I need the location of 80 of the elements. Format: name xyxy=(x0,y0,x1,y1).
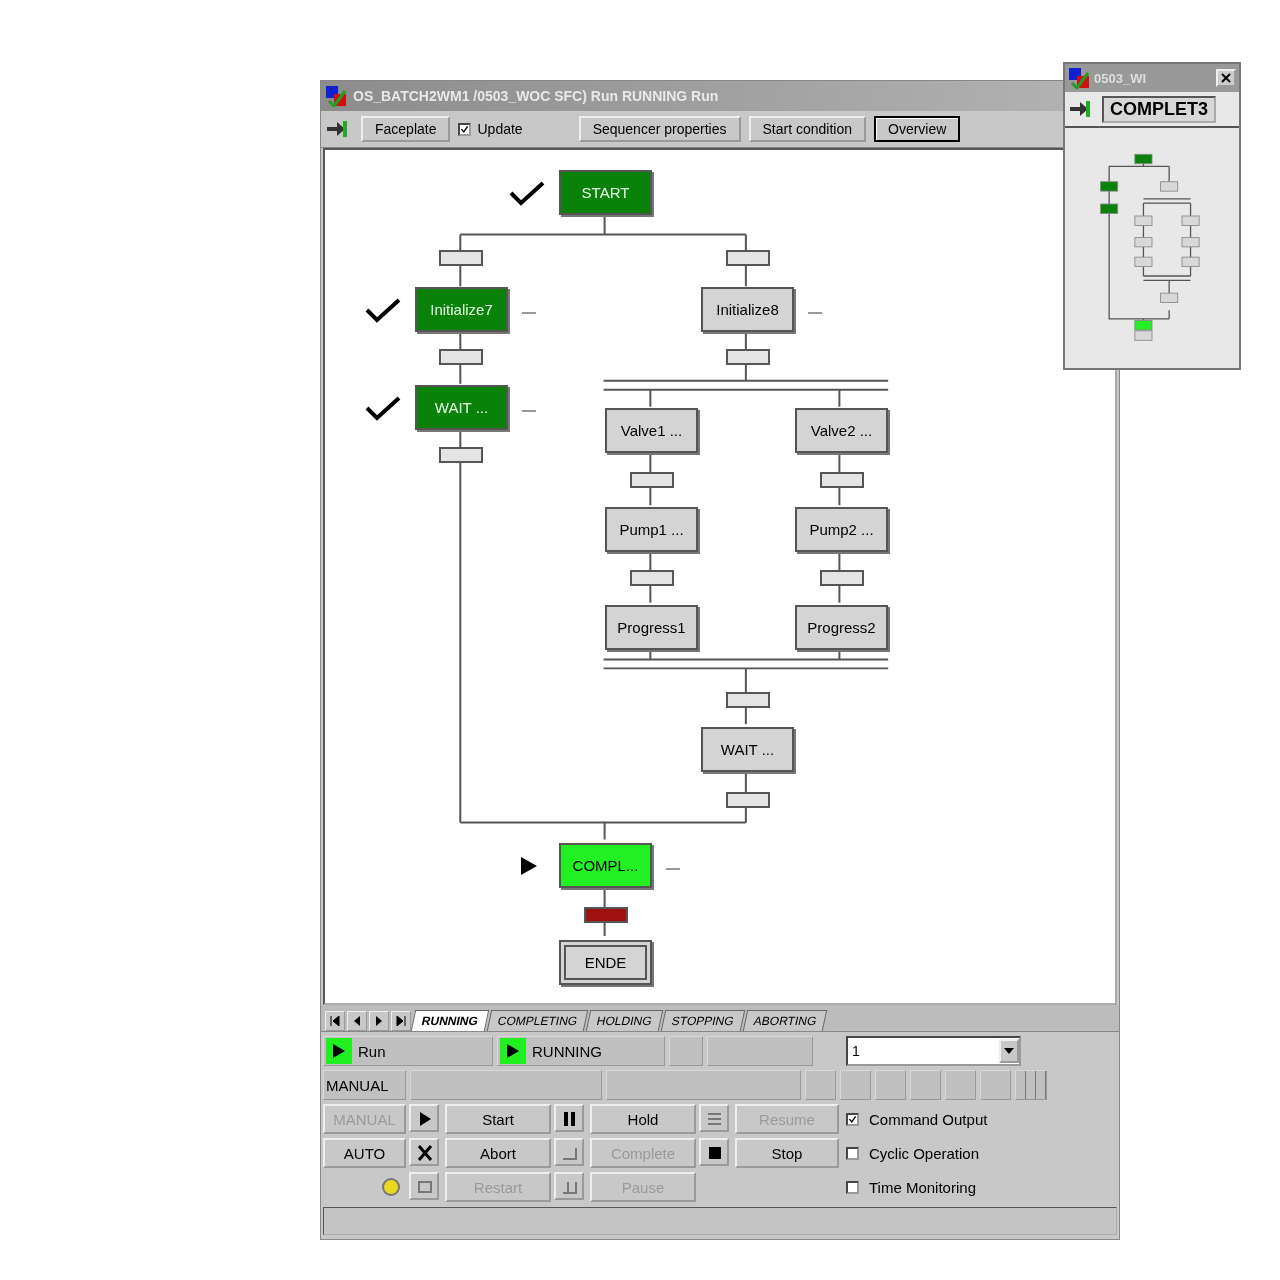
state-tab[interactable]: ABORTING xyxy=(742,1010,828,1031)
transition-box[interactable] xyxy=(439,447,483,463)
checkbox[interactable] xyxy=(846,1112,859,1126)
checkbox[interactable] xyxy=(846,1180,859,1194)
sequence-step[interactable]: Valve1 ... xyxy=(605,408,698,453)
command-button[interactable]: Abort xyxy=(445,1138,551,1168)
toolbar-button[interactable]: Sequencer properties xyxy=(578,116,741,142)
toolbar-button[interactable]: Faceplate xyxy=(361,116,451,142)
last-icon xyxy=(394,1014,408,1028)
checkmark-icon xyxy=(509,179,545,207)
command-icon-button[interactable] xyxy=(409,1138,439,1166)
sequence-step[interactable]: Pump1 ... xyxy=(605,507,698,552)
command-button[interactable]: Hold xyxy=(590,1104,696,1134)
sequence-step[interactable]: Progress2 xyxy=(795,605,888,650)
empty-field xyxy=(945,1070,976,1100)
close-icon xyxy=(1219,71,1233,85)
sequence-step[interactable]: COMPL... xyxy=(559,843,652,888)
toolbar-button[interactable]: Start condition xyxy=(748,116,866,142)
command-button[interactable]: Stop xyxy=(735,1138,839,1168)
sequence-step[interactable]: START xyxy=(559,170,652,215)
sequence-step[interactable]: Progress1 xyxy=(605,605,698,650)
command-icon-button[interactable] xyxy=(409,1104,439,1132)
lamp-icon xyxy=(380,1176,402,1198)
sequence-step[interactable]: Initialize8 xyxy=(701,287,794,332)
empty-field xyxy=(875,1070,906,1100)
transition-box[interactable] xyxy=(439,250,483,266)
first-icon xyxy=(328,1014,342,1028)
transition-box[interactable] xyxy=(439,349,483,365)
transition-box[interactable] xyxy=(726,349,770,365)
checkbox[interactable] xyxy=(846,1146,859,1160)
transition-box[interactable] xyxy=(820,570,864,586)
sequence-step[interactable]: ENDE xyxy=(559,940,652,985)
sequence-step[interactable]: Valve2 ... xyxy=(795,408,888,453)
state-tab[interactable]: RUNNING xyxy=(410,1010,490,1031)
current-step: COMPLET3 xyxy=(1102,95,1216,123)
command-button[interactable]: Start xyxy=(445,1104,551,1134)
transition-box[interactable] xyxy=(820,472,864,488)
checkmark-icon xyxy=(365,394,401,422)
empty-field xyxy=(669,1036,703,1066)
state-tab[interactable]: STOPPING xyxy=(660,1010,746,1031)
close-button[interactable] xyxy=(1216,69,1236,87)
state-tab[interactable]: COMPLETING xyxy=(486,1010,589,1031)
empty-field xyxy=(805,1070,836,1100)
command-status: Run xyxy=(358,1042,386,1060)
sequence-status: RUNNING xyxy=(532,1042,602,1060)
transition-box[interactable] xyxy=(630,570,674,586)
empty-field xyxy=(840,1070,871,1100)
empty-field xyxy=(910,1070,941,1100)
tab-scroll-button[interactable] xyxy=(325,1011,345,1031)
state-tab[interactable]: HOLDING xyxy=(586,1010,664,1031)
transition-box[interactable] xyxy=(630,472,674,488)
sequence-step[interactable]: WAIT ... xyxy=(701,727,794,772)
checkbox-label: Update xyxy=(477,121,523,137)
empty-field xyxy=(980,1070,1011,1100)
toolbar-button[interactable]: Overview xyxy=(874,116,961,142)
window-title: OS_BATCH2WM1 /0503_WOC SFC) Run RUNNING Run xyxy=(353,88,719,104)
mode-button[interactable]: AUTO xyxy=(323,1138,406,1168)
checkbox-label: Command Output xyxy=(869,1110,988,1128)
transition-box[interactable] xyxy=(726,792,770,808)
sequence-step[interactable]: WAIT ... xyxy=(415,385,508,430)
checkmark-icon xyxy=(365,296,401,324)
tab-scroll-button[interactable] xyxy=(391,1011,411,1031)
sequence-step[interactable]: Pump2 ... xyxy=(795,507,888,552)
sequence-step[interactable]: Initialize7 xyxy=(415,287,508,332)
checkbox-label: Cyclic Operation xyxy=(869,1144,980,1162)
split-icon xyxy=(1015,1070,1047,1100)
checkbox-label: Time Monitoring xyxy=(869,1178,976,1196)
tab-scroll-button[interactable] xyxy=(369,1011,389,1031)
transition-box[interactable] xyxy=(726,250,770,266)
tab-scroll-button[interactable] xyxy=(347,1011,367,1031)
command-icon-button[interactable] xyxy=(554,1104,584,1132)
command-icon-button[interactable] xyxy=(699,1138,729,1166)
mode-field: MANUAL xyxy=(323,1070,406,1100)
step-dropdown[interactable]: 1 xyxy=(846,1036,1021,1066)
checkbox[interactable] xyxy=(458,122,472,136)
app-icon xyxy=(1068,67,1090,89)
app-icon xyxy=(325,85,347,107)
transition-box[interactable] xyxy=(726,692,770,708)
window-title: 0503_WI xyxy=(1094,70,1147,86)
play-icon xyxy=(521,857,537,875)
